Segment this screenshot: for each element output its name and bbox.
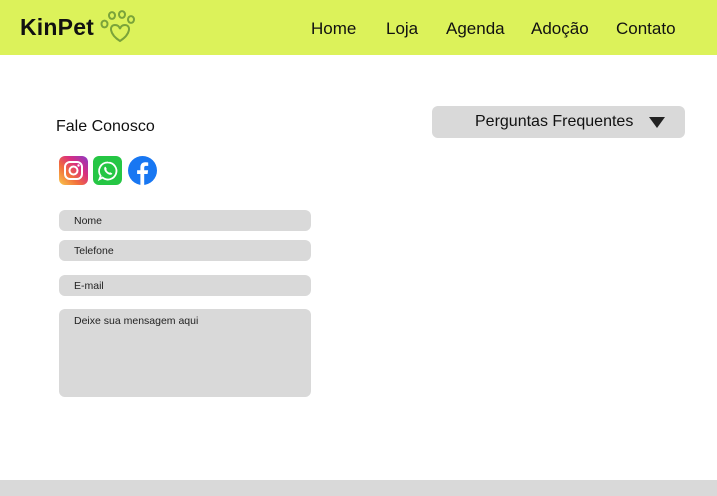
footer-bar [0,480,717,496]
message-field[interactable] [59,309,311,397]
nav-home[interactable]: Home [311,19,356,39]
brand-logo[interactable]: KinPet [20,10,140,44]
faq-dropdown[interactable]: Perguntas Frequentes [432,106,685,138]
whatsapp-icon[interactable] [93,156,122,185]
nav-agenda[interactable]: Agenda [446,19,505,39]
name-field[interactable] [59,210,311,231]
instagram-icon[interactable] [59,156,88,185]
brand-name: KinPet [20,13,95,40]
nav-contato[interactable]: Contato [616,19,676,39]
nav-adocao[interactable]: Adoção [531,19,589,39]
header-bar: KinPet Home Loja Agenda Adoção Contato [0,0,717,55]
facebook-icon[interactable] [128,156,157,185]
triangle-down-icon [649,117,665,128]
paw-heart-icon [100,10,136,43]
nav-loja[interactable]: Loja [386,19,418,39]
contact-title: Fale Conosco [56,118,155,135]
email-field[interactable] [59,275,311,296]
phone-field[interactable] [59,240,311,261]
faq-label: Perguntas Frequentes [475,113,634,130]
